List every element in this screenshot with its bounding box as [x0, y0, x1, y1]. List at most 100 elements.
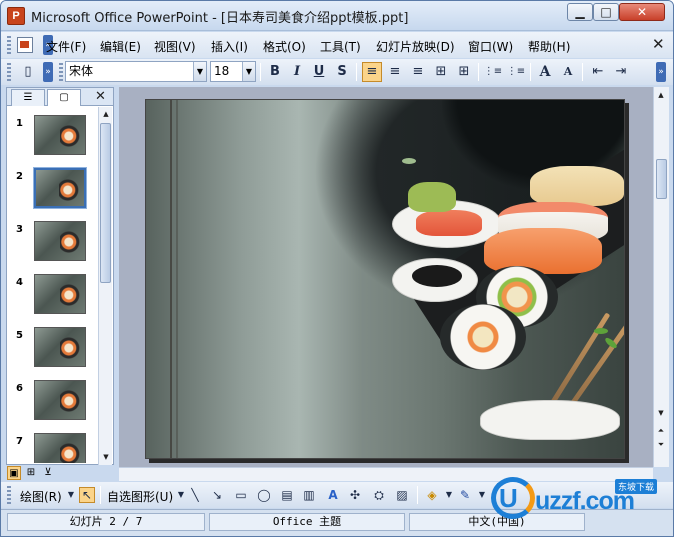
menu-insert[interactable]: 插入(I)	[211, 38, 248, 55]
toolbar-separator	[356, 63, 357, 81]
menu-format[interactable]: 格式(O)	[263, 38, 306, 55]
uzzf-watermark-logo: U uzzf.com 东坡下载	[491, 477, 671, 521]
scrollbar-thumb[interactable]	[100, 123, 111, 283]
slide-thumbnail[interactable]	[34, 274, 86, 314]
slide-thumbnail-row[interactable]: 1	[7, 115, 97, 161]
distribute-columns-button[interactable]: ⊞	[431, 62, 451, 82]
next-slide-icon[interactable]: ⏷	[655, 439, 667, 451]
arrow-icon[interactable]: ↘	[209, 487, 225, 503]
toolbar-overflow-chevron-icon[interactable]: »	[43, 62, 53, 82]
wood-grain	[176, 100, 178, 458]
toolbar-grip[interactable]	[7, 486, 11, 504]
status-theme: Office 主题	[209, 513, 405, 531]
textbox-icon[interactable]: ▤	[279, 487, 295, 503]
draw-menu-button[interactable]: 绘图(R)	[20, 488, 62, 505]
previous-slide-icon[interactable]: ⏶	[655, 425, 667, 437]
slide-thumbnail-row[interactable]: 2	[7, 167, 97, 214]
slide-thumbnail-row[interactable]: 3	[7, 221, 97, 267]
new-document-icon[interactable]: ▯	[19, 62, 37, 82]
slide-thumbnail-row[interactable]: 5	[7, 327, 97, 373]
normal-view-icon[interactable]: ▣	[7, 466, 21, 480]
chevron-down-icon[interactable]: ▼	[63, 487, 79, 503]
minimize-button[interactable]: ▁	[567, 3, 593, 21]
grow-font-button[interactable]: A	[535, 62, 555, 82]
slideshow-view-icon[interactable]: ⊻	[41, 466, 55, 480]
slide-number: 7	[16, 436, 23, 447]
bullets-button[interactable]: ⋮≡	[506, 62, 526, 82]
bold-button[interactable]: B	[265, 62, 285, 82]
scrollbar-thumb[interactable]	[656, 159, 667, 199]
leaf-garnish-image	[402, 158, 416, 164]
italic-button[interactable]: I	[287, 62, 307, 82]
chevron-down-icon[interactable]: ▼	[441, 487, 457, 503]
chevron-down-icon[interactable]: ▼	[474, 487, 490, 503]
tab-slides[interactable]: ▢	[47, 89, 81, 106]
slide-thumbnail[interactable]	[34, 380, 86, 420]
slide-sorter-view-icon[interactable]: ⊞	[24, 466, 38, 480]
slide-thumbnail[interactable]	[34, 115, 86, 155]
powerpoint-app-icon[interactable]: P	[7, 7, 25, 25]
align-center-button[interactable]: ≡	[385, 62, 405, 82]
toolbar-separator	[530, 63, 531, 81]
menu-slideshow[interactable]: 幻灯片放映(D)	[376, 38, 455, 55]
line-color-icon[interactable]: ✎	[457, 487, 473, 503]
pane-close-icon[interactable]: ✕	[95, 89, 106, 104]
scroll-up-icon[interactable]: ▲	[655, 89, 667, 101]
slide-thumbnail[interactable]	[34, 327, 86, 367]
menu-view[interactable]: 视图(V)	[154, 38, 196, 55]
text-shadow-button[interactable]: S	[332, 62, 352, 82]
underline-button[interactable]: U	[309, 62, 329, 82]
watermark-letter: U	[499, 483, 518, 513]
menu-edit[interactable]: 编辑(E)	[100, 38, 141, 55]
slide-thumbnail[interactable]	[34, 221, 86, 261]
slide-thumbnail-selected[interactable]	[33, 167, 87, 209]
distribute-text-button[interactable]: ⊞	[454, 62, 474, 82]
align-left-button[interactable]: ≡	[362, 62, 382, 82]
window-title: Microsoft Office PowerPoint - [日本寿司美食介绍p…	[31, 11, 409, 26]
toolbar-overflow-chevron-icon[interactable]: »	[656, 62, 666, 82]
slide-thumbnail[interactable]	[34, 433, 86, 463]
menu-tools[interactable]: 工具(T)	[320, 38, 361, 55]
increase-indent-button[interactable]: ⇥	[611, 62, 631, 82]
autoshapes-menu-button[interactable]: 自选图形(U)	[107, 488, 173, 505]
document-close-icon[interactable]: ✕	[652, 35, 665, 53]
fill-color-icon[interactable]: ◈	[424, 487, 440, 503]
close-button[interactable]: ✕	[619, 3, 665, 21]
numbering-button[interactable]: ⋮≡	[483, 62, 503, 82]
tab-outline[interactable]: ☰	[11, 89, 45, 106]
picture-icon[interactable]: ▨	[394, 487, 410, 503]
current-slide[interactable]	[145, 99, 625, 459]
scroll-up-icon[interactable]: ▲	[100, 108, 112, 120]
wordart-icon[interactable]: A	[325, 487, 341, 503]
shrink-font-button[interactable]: A	[558, 62, 578, 82]
slide-vertical-scrollbar[interactable]: ▲ ▼ ⏶ ⏷	[653, 87, 669, 467]
clip-art-icon[interactable]: ⛭	[371, 487, 387, 503]
chevron-down-icon[interactable]: ▼	[242, 62, 255, 81]
maximize-button[interactable]: □	[593, 3, 619, 21]
document-icon[interactable]	[17, 37, 33, 53]
slide-thumbnail-row[interactable]: 4	[7, 274, 97, 320]
slides-pane-scrollbar[interactable]: ▲ ▼	[98, 107, 112, 465]
scroll-down-icon[interactable]: ▼	[655, 407, 667, 419]
decrease-indent-button[interactable]: ⇤	[588, 62, 608, 82]
diagram-icon[interactable]: ✣	[347, 487, 363, 503]
vertical-textbox-icon[interactable]: ▥	[301, 487, 317, 503]
menu-window[interactable]: 窗口(W)	[468, 38, 513, 55]
chevron-down-icon[interactable]: ▼	[193, 62, 206, 81]
toolbar-grip[interactable]	[7, 63, 11, 81]
font-size-select[interactable]: 18 ▼	[210, 61, 256, 82]
menu-help[interactable]: 帮助(H)	[528, 38, 570, 55]
slide-thumbnail-row[interactable]: 7	[7, 433, 97, 463]
font-name-select[interactable]: 宋体 ▼	[65, 61, 207, 82]
align-right-button[interactable]: ≡	[408, 62, 428, 82]
scroll-down-icon[interactable]: ▼	[100, 451, 112, 463]
menu-file[interactable]: 文件(F)	[46, 38, 86, 55]
slide-thumbnail-row[interactable]: 6	[7, 380, 97, 426]
oval-icon[interactable]: ◯	[256, 487, 272, 503]
toolbar-grip[interactable]	[59, 63, 63, 81]
select-objects-arrow-icon[interactable]: ↖	[79, 487, 95, 503]
toolbar-grip[interactable]	[7, 36, 11, 54]
line-icon[interactable]: ╲	[187, 487, 203, 503]
rectangle-icon[interactable]: ▭	[233, 487, 249, 503]
title-bar[interactable]: P Microsoft Office PowerPoint - [日本寿司美食介…	[1, 1, 673, 31]
